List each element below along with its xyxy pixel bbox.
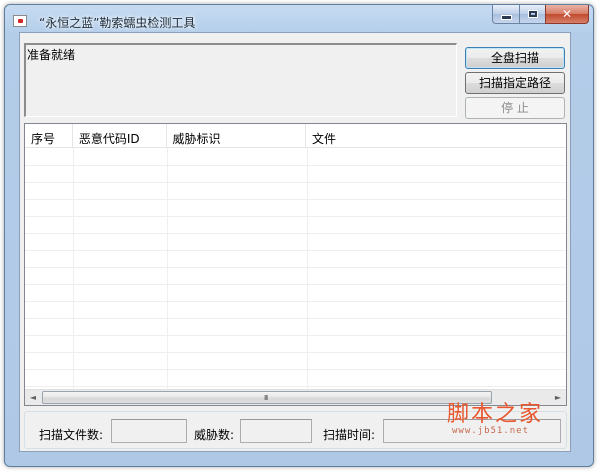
close-button[interactable]: ✕ [545,5,589,24]
app-window-icon[interactable] [13,15,27,27]
scan-path-button[interactable]: 扫描指定路径 [465,72,565,94]
window-title: “永恒之蓝”勒索蠕虫检测工具 [39,16,196,30]
log-text: 准备就绪 [27,48,76,62]
grid-line [25,267,566,268]
column-header-malware-id[interactable]: 恶意代码ID [72,124,167,148]
column-header-threat-id[interactable]: 威胁标识 [166,124,306,148]
grid-line [25,352,566,353]
list-header: 序号 恶意代码ID 威胁标识 文件 [25,124,566,148]
minimize-button[interactable] [492,5,519,24]
scroll-grip-icon: III [264,394,268,402]
grid-line [25,369,566,370]
threats-label: 威胁数: [194,428,235,442]
grid-line [25,182,566,183]
grid-line [167,148,168,391]
scroll-right-icon[interactable]: ► [550,390,566,405]
grid-line [73,148,74,391]
caption-buttons: ✕ [492,5,589,24]
grid-line [307,148,308,391]
grid-line [25,199,566,200]
title-bar[interactable]: “永恒之蓝”勒索蠕虫检测工具 ✕ [5,5,593,31]
minimize-icon [500,14,512,20]
list-body[interactable] [25,148,566,391]
maximize-icon [527,10,538,18]
log-output[interactable]: 准备就绪 [24,43,457,117]
results-list[interactable]: 序号 恶意代码ID 威胁标识 文件 ◄ III ► [24,123,567,406]
full-scan-button[interactable]: 全盘扫描 [465,47,565,69]
files-scanned-field [111,419,187,443]
grid-line [25,386,566,387]
scroll-thumb[interactable]: III [42,391,492,404]
column-header-file[interactable]: 文件 [305,124,566,148]
grid-line [25,318,566,319]
threats-field [240,419,312,443]
column-header-index[interactable]: 序号 [25,124,73,148]
scroll-left-icon[interactable]: ◄ [25,390,41,405]
grid-line [25,335,566,336]
close-icon: ✕ [561,7,573,21]
grid-line [25,250,566,251]
scan-time-label: 扫描时间: [323,428,376,442]
grid-line [25,301,566,302]
stop-button[interactable]: 停 止 [465,97,565,119]
files-scanned-label: 扫描文件数: [39,428,104,442]
grid-line [25,233,566,234]
grid-line [25,165,566,166]
watermark-url: www.jb51.net [452,426,530,436]
maximize-button[interactable] [519,5,545,24]
watermark-logo: 脚本之家 [447,402,544,427]
client-area: 准备就绪 全盘扫描 扫描指定路径 停 止 序号 恶意代码ID 威胁标识 文件 ◄… [19,32,571,452]
grid-line [25,284,566,285]
grid-line [25,216,566,217]
